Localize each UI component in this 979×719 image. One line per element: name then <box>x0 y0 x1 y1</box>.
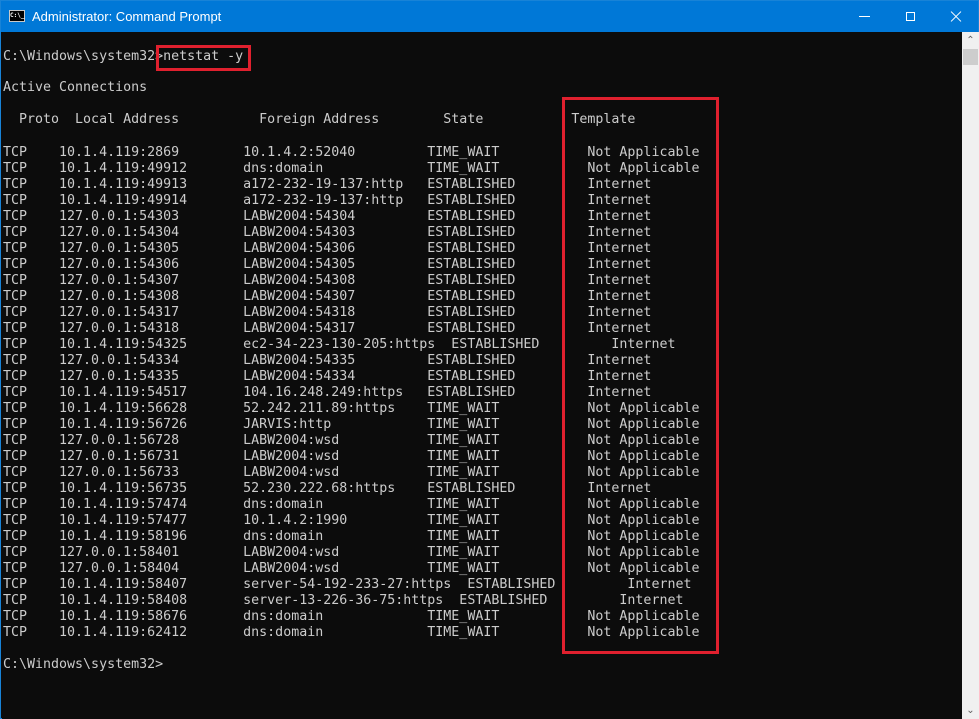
table-row: TCP 10.1.4.119:56726 JARVIS:http TIME_WA… <box>3 417 700 432</box>
table-row: TCP 127.0.0.1:54317 LABW2004:54318 ESTAB… <box>3 305 652 320</box>
window-title: Administrator: Command Prompt <box>32 9 222 24</box>
table-header: Proto Local Address Foreign Address Stat… <box>3 112 636 127</box>
table-row: TCP 127.0.0.1:54307 LABW2004:54308 ESTAB… <box>3 273 652 288</box>
table-row: TCP 10.1.4.119:49913 a172-232-19-137:htt… <box>3 177 652 192</box>
table-row: TCP 10.1.4.119:49914 a172-232-19-137:htt… <box>3 193 652 208</box>
prompt: C:\Windows\system32> <box>3 49 164 64</box>
table-row: TCP 127.0.0.1:58404 LABW2004:wsd TIME_WA… <box>3 561 700 576</box>
cmd-icon: C:\_ <box>9 10 25 22</box>
table-row: TCP 127.0.0.1:54303 LABW2004:54304 ESTAB… <box>3 209 652 224</box>
table-row: TCP 10.1.4.119:58407 server-54-192-233-2… <box>3 577 692 592</box>
final-prompt[interactable]: C:\Windows\system32> <box>3 657 163 673</box>
section-title: Active Connections <box>3 80 148 95</box>
table-row: TCP 127.0.0.1:56728 LABW2004:wsd TIME_WA… <box>3 433 700 448</box>
maximize-button[interactable] <box>887 1 933 32</box>
scroll-up-icon[interactable]: ⌃ <box>962 32 979 49</box>
table-row: TCP 10.1.4.119:2869 10.1.4.2:52040 TIME_… <box>3 145 700 160</box>
table-row: TCP 127.0.0.1:56731 LABW2004:wsd TIME_WA… <box>3 449 700 464</box>
table-row: TCP 10.1.4.119:56735 52.230.222.68:https… <box>3 481 652 496</box>
command-text: netstat -y <box>163 49 244 64</box>
minimize-icon <box>858 16 870 17</box>
table-row: TCP 127.0.0.1:58401 LABW2004:wsd TIME_WA… <box>3 545 700 560</box>
table-row: TCP 10.1.4.119:58408 server-13-226-36-75… <box>3 593 684 608</box>
close-button[interactable] <box>933 1 979 32</box>
table-row: TCP 10.1.4.119:57474 dns:domain TIME_WAI… <box>3 497 700 512</box>
console-output[interactable]: C:\Windows\system32>netstat -y Active Co… <box>2 32 962 719</box>
table-row: TCP 127.0.0.1:56733 LABW2004:wsd TIME_WA… <box>3 465 700 480</box>
minimize-button[interactable] <box>841 1 887 32</box>
table-row: TCP 10.1.4.119:62412 dns:domain TIME_WAI… <box>3 625 700 640</box>
table-row: TCP 127.0.0.1:54318 LABW2004:54317 ESTAB… <box>3 321 652 336</box>
table-row: TCP 127.0.0.1:54306 LABW2004:54305 ESTAB… <box>3 257 652 272</box>
scroll-down-icon[interactable]: ⌄ <box>962 702 979 719</box>
table-row: TCP 127.0.0.1:54304 LABW2004:54303 ESTAB… <box>3 225 652 240</box>
table-row: TCP 10.1.4.119:57477 10.1.4.2:1990 TIME_… <box>3 513 700 528</box>
title-bar[interactable]: C:\_ Administrator: Command Prompt <box>1 1 978 32</box>
table-row: TCP 10.1.4.119:58196 dns:domain TIME_WAI… <box>3 529 700 544</box>
command-prompt-window: C:\_ Administrator: Command Prompt C:\Wi… <box>0 0 979 719</box>
table-row: TCP 10.1.4.119:54517 104.16.248.249:http… <box>3 385 652 400</box>
table-row: TCP 127.0.0.1:54334 LABW2004:54335 ESTAB… <box>3 353 652 368</box>
table-row: TCP 10.1.4.119:49912 dns:domain TIME_WAI… <box>3 161 700 176</box>
vertical-scrollbar[interactable]: ⌃ ⌄ <box>962 32 979 719</box>
table-row: TCP 10.1.4.119:54325 ec2-34-223-130-205:… <box>3 337 676 352</box>
table-row: TCP 127.0.0.1:54308 LABW2004:54307 ESTAB… <box>3 289 652 304</box>
table-row: TCP 127.0.0.1:54335 LABW2004:54334 ESTAB… <box>3 369 652 384</box>
close-icon <box>950 11 962 23</box>
scrollbar-thumb[interactable] <box>963 49 978 65</box>
maximize-icon <box>905 12 915 21</box>
table-row: TCP 127.0.0.1:54305 LABW2004:54306 ESTAB… <box>3 241 652 256</box>
table-row: TCP 10.1.4.119:56628 52.242.211.89:https… <box>3 401 700 416</box>
table-row: TCP 10.1.4.119:58676 dns:domain TIME_WAI… <box>3 609 700 624</box>
command-line: C:\Windows\system32>netstat -y <box>3 49 243 65</box>
